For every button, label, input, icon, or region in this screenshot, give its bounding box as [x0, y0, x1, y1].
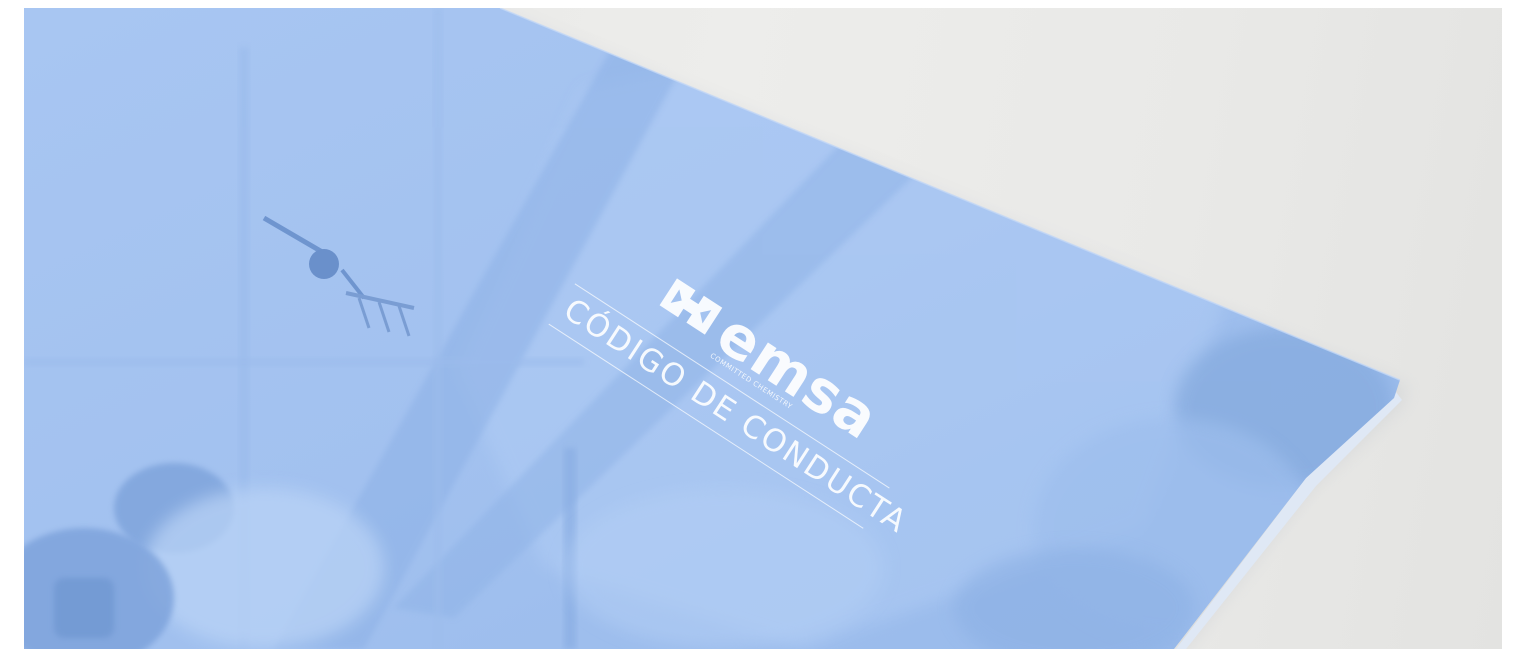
photo-frame: emsa COMMITTED CHEMISTRY CÓDIGO DE CONDU… [24, 8, 1502, 649]
brochure-photo [24, 8, 1408, 649]
